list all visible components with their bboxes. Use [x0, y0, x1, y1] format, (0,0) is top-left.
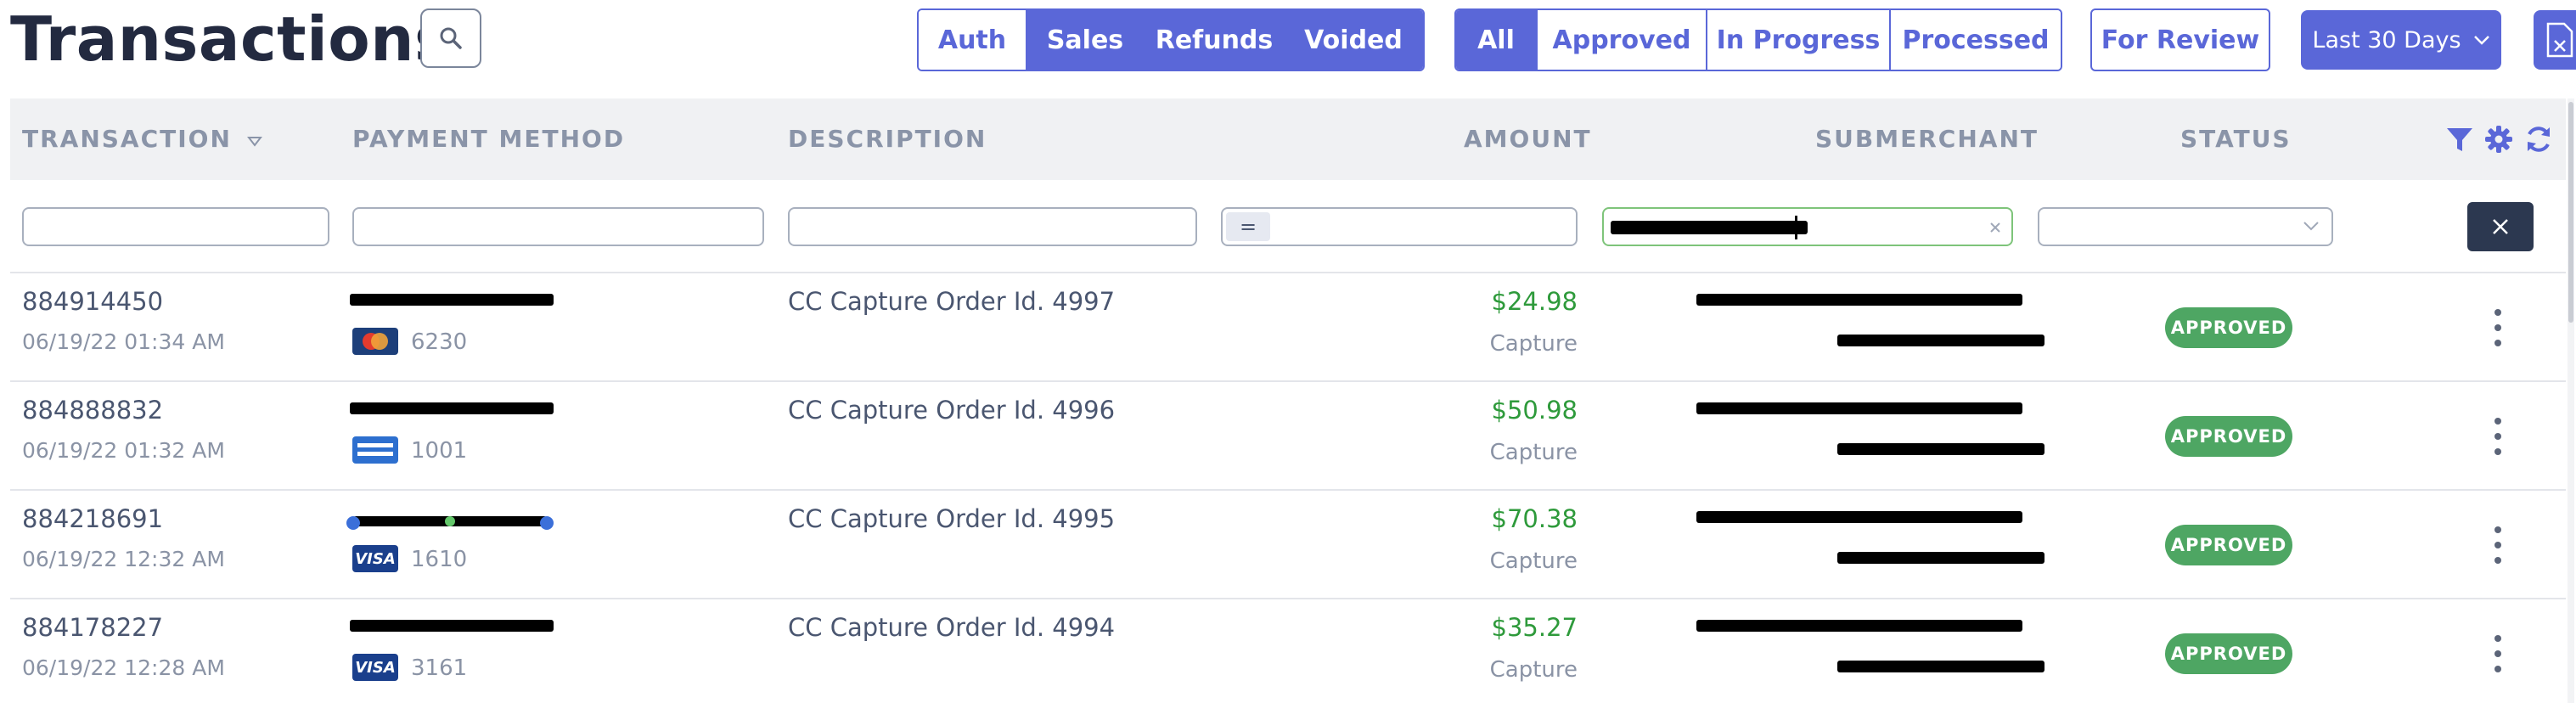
column-transaction-label: TRANSACTION — [22, 125, 232, 153]
scrollbar-thumb[interactable] — [2568, 102, 2573, 323]
transaction-description: CC Capture Order Id. 4997 — [788, 287, 1116, 316]
close-icon — [2493, 219, 2508, 234]
date-range-label: Last 30 Days — [2312, 26, 2461, 53]
row-divider — [10, 489, 2566, 491]
transaction-amount: $35.27 — [1491, 613, 1578, 642]
selection-handle[interactable] — [346, 516, 360, 530]
chevron-down-icon — [2473, 36, 2489, 45]
amount-operator-select[interactable]: = — [1226, 212, 1270, 241]
visa-icon: VISA — [352, 654, 398, 681]
transaction-description: CC Capture Order Id. 4994 — [788, 613, 1116, 642]
redaction-bar — [350, 294, 554, 306]
export-button[interactable] — [2534, 10, 2576, 70]
redaction-bar — [1837, 335, 2044, 346]
amount-filter-input[interactable]: = — [1221, 207, 1578, 246]
card-last4: 1610 — [411, 547, 468, 572]
column-submerchant[interactable]: SUBMERCHANT — [1815, 98, 2039, 180]
row-actions-menu-icon[interactable] — [2489, 309, 2506, 346]
payment-method-filter-input[interactable] — [352, 207, 764, 246]
tab-all[interactable]: All — [1456, 10, 1536, 70]
transaction-description: CC Capture Order Id. 4996 — [788, 396, 1116, 425]
redaction-bar — [350, 402, 554, 414]
redaction-bar — [1696, 294, 2022, 306]
row-actions-menu-icon[interactable] — [2489, 635, 2506, 672]
tab-processed[interactable]: Processed — [1889, 10, 2061, 70]
status-filter-select[interactable] — [2038, 207, 2333, 246]
redaction-bar — [1837, 552, 2044, 564]
row-divider — [10, 272, 2566, 273]
column-description[interactable]: DESCRIPTION — [788, 98, 987, 180]
clear-icon[interactable] — [1988, 221, 2002, 234]
tab-refunds[interactable]: Refunds — [1145, 10, 1284, 70]
refresh-icon[interactable] — [2523, 124, 2554, 155]
row-actions-menu-icon[interactable] — [2489, 526, 2506, 564]
filter-icon[interactable] — [2445, 126, 2474, 155]
text-cursor — [1795, 216, 1797, 239]
visa-icon: VISA — [352, 545, 398, 572]
status-filter-tabs: All Approved In Progress Processed — [1454, 8, 2062, 71]
amex-icon — [352, 436, 398, 464]
date-range-dropdown[interactable]: Last 30 Days — [2301, 10, 2501, 70]
transaction-date: 06/19/22 12:28 AM — [22, 655, 225, 680]
transaction-description: CC Capture Order Id. 4995 — [788, 504, 1116, 533]
redaction-bar — [1696, 402, 2022, 414]
selection-handle[interactable] — [540, 516, 554, 530]
redaction-bar — [350, 620, 554, 632]
tab-voided[interactable]: Voided — [1284, 10, 1423, 70]
page-title: Transactions — [10, 3, 452, 75]
vertical-scrollbar[interactable] — [2568, 98, 2574, 703]
excel-export-icon — [2546, 22, 2573, 58]
tab-auth[interactable]: Auth — [919, 10, 1026, 70]
selection-handle[interactable] — [445, 516, 455, 526]
redaction-bar — [1837, 443, 2044, 455]
card-last4: 1001 — [411, 438, 468, 464]
transaction-amount: $24.98 — [1491, 287, 1578, 316]
card-last4: 6230 — [411, 329, 468, 355]
transaction-amount-type: Capture — [1489, 657, 1578, 683]
status-badge: APPROVED — [2165, 307, 2292, 348]
search-button[interactable] — [420, 8, 481, 68]
transaction-filter-input[interactable] — [22, 207, 329, 246]
search-icon — [440, 27, 462, 49]
transaction-type-tabs: Auth Sales Refunds Voided — [917, 8, 1425, 71]
transaction-date: 06/19/22 12:32 AM — [22, 547, 225, 571]
transaction-amount-type: Capture — [1489, 440, 1578, 465]
chevron-down-icon — [2303, 222, 2319, 231]
card-last4: 3161 — [411, 655, 468, 681]
tab-in-progress[interactable]: In Progress — [1706, 10, 1889, 70]
description-filter-input[interactable] — [788, 207, 1197, 246]
row-actions-menu-icon[interactable] — [2489, 418, 2506, 455]
status-badge: APPROVED — [2165, 416, 2292, 457]
clear-filters-button[interactable] — [2467, 202, 2534, 251]
redaction-bar — [1696, 511, 2022, 523]
transaction-amount-type: Capture — [1489, 548, 1578, 574]
transaction-id[interactable]: 884218691 — [22, 504, 163, 533]
tab-approved[interactable]: Approved — [1536, 10, 1706, 70]
transaction-date: 06/19/22 01:32 AM — [22, 438, 225, 463]
redaction-bar — [1611, 221, 1808, 234]
mastercard-icon — [352, 328, 398, 355]
submerchant-filter-input[interactable] — [1602, 207, 2013, 246]
transaction-amount: $70.38 — [1491, 504, 1578, 533]
transaction-id[interactable]: 884888832 — [22, 396, 163, 425]
tab-sales[interactable]: Sales — [1026, 10, 1145, 70]
row-divider — [10, 380, 2566, 382]
transaction-id[interactable]: 884914450 — [22, 287, 163, 316]
column-transaction[interactable]: TRANSACTION — [22, 98, 262, 180]
redaction-bar — [1696, 620, 2022, 632]
column-payment-method[interactable]: PAYMENT METHOD — [352, 98, 625, 180]
transaction-amount-type: Capture — [1489, 331, 1578, 357]
row-divider — [10, 598, 2566, 599]
redaction-bar — [1837, 661, 2044, 672]
transaction-id[interactable]: 884178227 — [22, 613, 163, 642]
for-review-button[interactable]: For Review — [2090, 8, 2270, 71]
column-status[interactable]: STATUS — [2180, 98, 2292, 180]
transaction-amount: $50.98 — [1491, 396, 1578, 425]
transaction-date: 06/19/22 01:34 AM — [22, 329, 225, 354]
settings-gear-icon[interactable] — [2483, 124, 2514, 155]
column-amount[interactable]: AMOUNT — [1464, 98, 1592, 180]
status-badge: APPROVED — [2165, 525, 2292, 565]
status-badge: APPROVED — [2165, 633, 2292, 674]
sort-down-icon — [246, 137, 262, 147]
